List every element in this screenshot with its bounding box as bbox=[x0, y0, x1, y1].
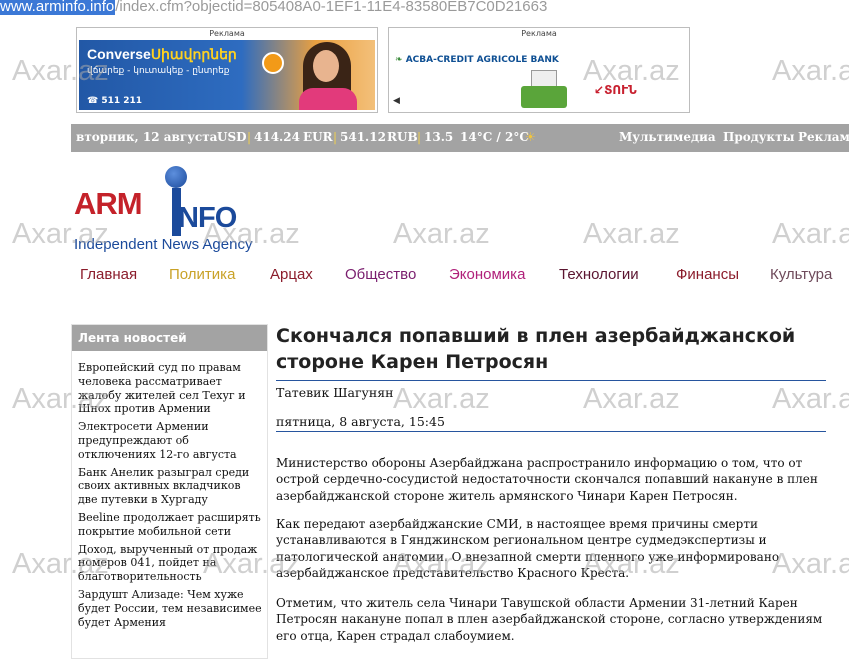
address-bar[interactable]: www.arminfo.info/index.cfm?objectid=8054… bbox=[0, 0, 849, 16]
nav-technology[interactable]: Технологии bbox=[559, 266, 639, 283]
rub-label: RUB bbox=[387, 130, 418, 144]
article-author[interactable]: Татевик Шагунян bbox=[276, 385, 393, 400]
watermark: Axar.az bbox=[772, 55, 849, 87]
rate-separator: | bbox=[333, 130, 338, 144]
logo-arm-text: ARM bbox=[74, 186, 143, 221]
bank-leaf-icon: ❧ bbox=[395, 55, 403, 65]
nav-culture[interactable]: Культура bbox=[770, 266, 832, 283]
eur-label: EUR bbox=[303, 130, 333, 144]
nav-advertising-link[interactable]: Реклама bbox=[798, 130, 849, 144]
nav-economy[interactable]: Экономика bbox=[449, 266, 525, 283]
nav-society[interactable]: Общество bbox=[345, 266, 416, 283]
nav-artsakh[interactable]: Арцах bbox=[270, 266, 313, 283]
watermark: Axar.az bbox=[772, 218, 849, 250]
ad-banner-image: ❧ ACBA-CREDIT AGRICOLE BANK ↙ՏՈՒՆ ◀ bbox=[391, 40, 687, 110]
nav-home[interactable]: Главная bbox=[80, 266, 137, 283]
ad-tagline: վճարեք - կուտակեք - ընտրեք bbox=[87, 66, 230, 76]
watermark: Axar.az bbox=[583, 218, 680, 250]
logo-tagline: Independent News Agency bbox=[74, 236, 253, 253]
rate-separator: | bbox=[247, 130, 252, 144]
globe-icon bbox=[165, 166, 187, 188]
watermark: Axar.az bbox=[772, 383, 849, 415]
ad-logo-icon bbox=[262, 52, 284, 74]
printer-icon bbox=[521, 70, 567, 110]
article-paragraph: Отметим, что житель села Чинари Тавушско… bbox=[276, 596, 823, 643]
rate-separator: | bbox=[417, 130, 422, 144]
watermark: Axar.az bbox=[393, 218, 490, 250]
news-feed-item[interactable]: Электросети Армении предупреждают об отк… bbox=[78, 420, 263, 461]
nav-multimedia-link[interactable]: Мультимедиа bbox=[619, 130, 716, 144]
ad-arrow-icon: ◀ bbox=[393, 96, 400, 106]
date-divider bbox=[276, 431, 826, 432]
info-bar: вторник, 12 августа USD | 414.24 EUR | 5… bbox=[71, 124, 849, 152]
logo-info-text: INFO bbox=[171, 202, 237, 234]
usd-label: USD bbox=[217, 130, 247, 144]
article-paragraph: Как передают азербайджанские СМИ, в наст… bbox=[276, 517, 780, 580]
news-feed-item[interactable]: Beeline продолжает расширять покрытие мо… bbox=[78, 511, 263, 539]
nav-finance[interactable]: Финансы bbox=[676, 266, 739, 283]
url-host: www.arminfo.info bbox=[0, 0, 116, 15]
usd-rate: 414.24 bbox=[254, 130, 300, 144]
news-feed-title: Лента новостей bbox=[72, 325, 267, 351]
news-feed-list: Европейский суд по правам человека рассм… bbox=[72, 351, 267, 629]
news-feed-item[interactable]: Европейский суд по правам человека рассм… bbox=[78, 361, 263, 416]
weather: 14°C / 2°C bbox=[460, 130, 529, 144]
ad-label: Реклама bbox=[209, 29, 245, 38]
site-logo[interactable]: ARM INFO Independent News Agency bbox=[73, 164, 273, 260]
ad-banner-image: ConverseՍիավորներ վճարեք - կուտակեք - ըն… bbox=[79, 40, 375, 110]
article-date: пятница, 8 августа, 15:45 bbox=[276, 414, 445, 429]
url-path: /index.cfm?objectid=805408A0-1EF1-11E4-8… bbox=[115, 0, 548, 15]
news-feed-sidebar: Лента новостей Европейский суд по правам… bbox=[71, 324, 268, 659]
weather-sun-icon: ☀ bbox=[525, 130, 536, 144]
watermark: Axar.az bbox=[583, 383, 680, 415]
ad-banner-converse[interactable]: Реклама ConverseՍիավորներ վճարեք - կուտա… bbox=[76, 27, 378, 113]
ad-slogan: ↙ՏՈՒՆ bbox=[594, 83, 637, 97]
watermark: Axar.az bbox=[393, 383, 490, 415]
nav-products-link[interactable]: Продукты bbox=[723, 130, 795, 144]
ad-brand: ConverseՍիավորներ bbox=[87, 46, 237, 62]
news-feed-item[interactable]: Банк Анелик разыграл среди своих активны… bbox=[78, 466, 263, 507]
ad-bank-name: ❧ ACBA-CREDIT AGRICOLE BANK bbox=[395, 55, 559, 65]
ad-banner-acba[interactable]: Реклама ❧ ACBA-CREDIT AGRICOLE BANK ↙ՏՈՒ… bbox=[388, 27, 690, 113]
news-feed-item[interactable]: Доход, вырученный от продаж номеров 041,… bbox=[78, 543, 263, 584]
rub-rate: 13.5 bbox=[424, 130, 454, 144]
ad-label: Реклама bbox=[521, 29, 557, 38]
current-date: вторник, 12 августа bbox=[76, 130, 218, 144]
ad-phone: ☎ 511 211 bbox=[87, 96, 143, 106]
eur-rate: 541.12 bbox=[340, 130, 386, 144]
nav-politics[interactable]: Политика bbox=[169, 266, 235, 283]
ad-model-image bbox=[293, 40, 363, 110]
title-divider bbox=[276, 380, 826, 381]
article-paragraph: Министерство обороны Азербайджана распро… bbox=[276, 456, 818, 503]
news-feed-item[interactable]: Зардушт Ализаде: Чем хуже будет России, … bbox=[78, 588, 263, 629]
article-title: Скончался попавший в плен азербайджанско… bbox=[276, 325, 796, 373]
